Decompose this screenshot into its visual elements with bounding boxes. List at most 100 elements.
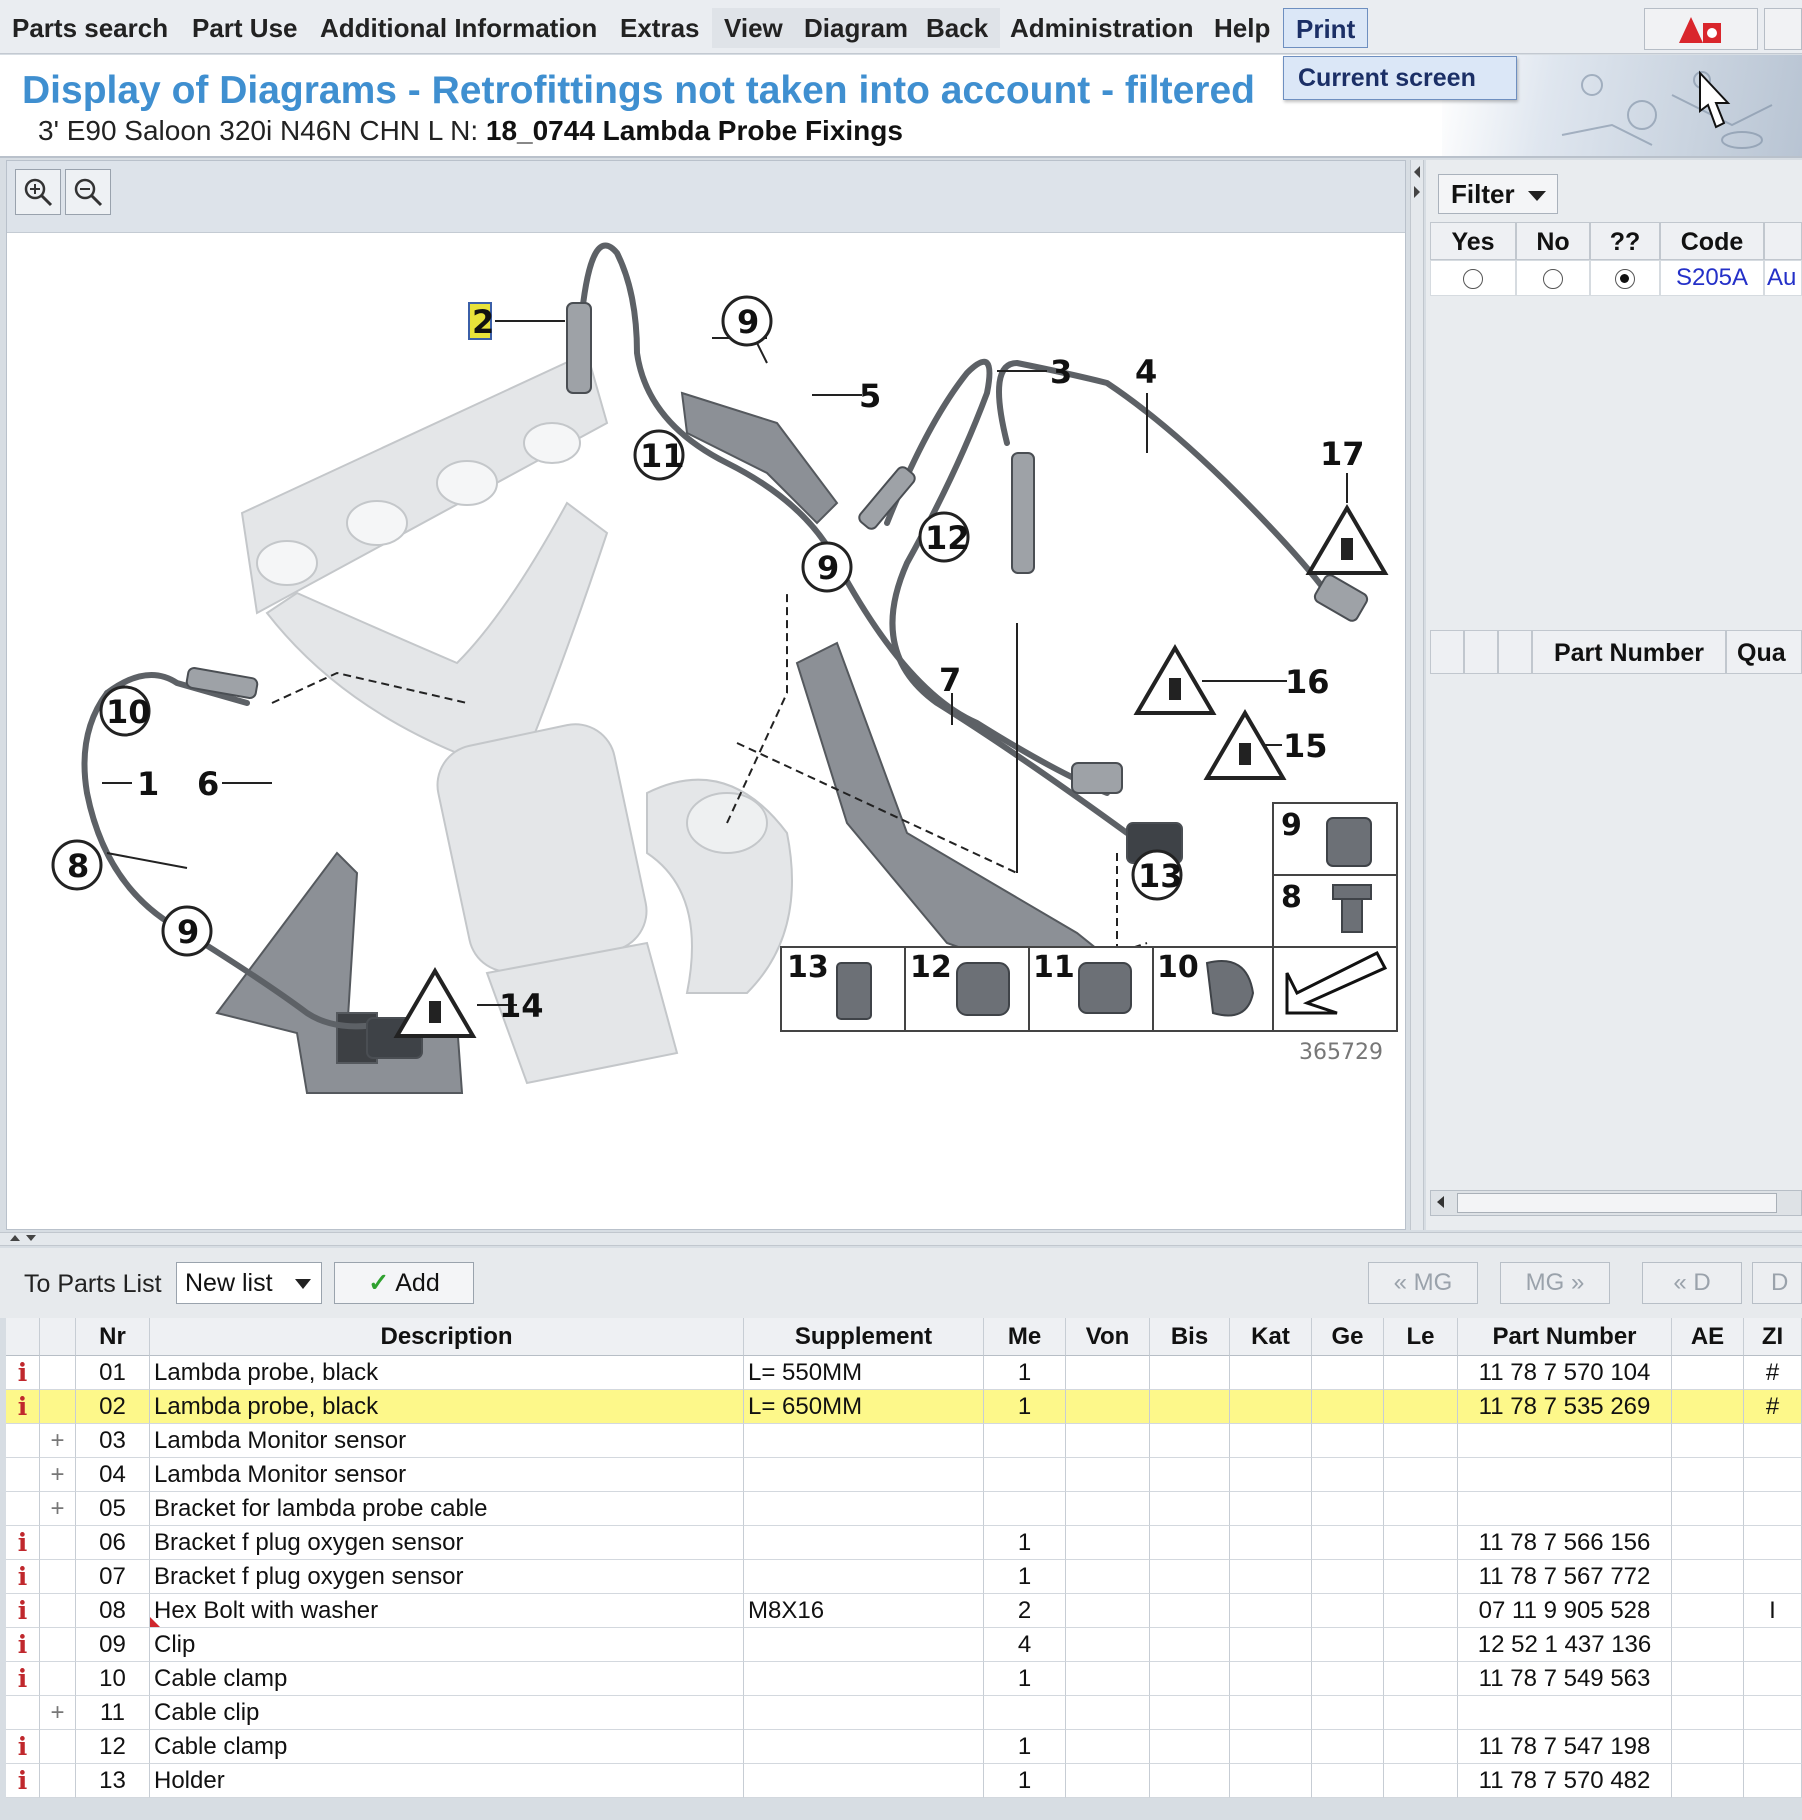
info-icon[interactable]: i xyxy=(10,1594,35,1627)
vertical-splitter[interactable] xyxy=(1410,160,1424,1230)
col-ae[interactable]: AE xyxy=(1672,1318,1744,1356)
table-row[interactable]: i 01 Lambda probe, black L= 550MM 1 11 78 7 5… xyxy=(6,1356,1802,1390)
callout-1[interactable]: 1 xyxy=(137,765,159,803)
toolbar-extra-button[interactable] xyxy=(1764,8,1802,50)
row-ge xyxy=(1312,1526,1384,1560)
col-kat[interactable]: Kat xyxy=(1230,1318,1312,1356)
filter-parts-scrollbar[interactable] xyxy=(1430,1190,1802,1216)
info-icon[interactable]: i xyxy=(10,1356,35,1389)
row-kat xyxy=(1230,1492,1312,1526)
zoom-out-button[interactable] xyxy=(65,169,111,215)
col-part-number[interactable]: Part Number xyxy=(1458,1318,1672,1356)
table-row[interactable]: i 09 Clip 4 12 52 1 437 136 xyxy=(6,1628,1802,1662)
callout-17[interactable]: 17 xyxy=(1320,435,1365,473)
zoom-in-button[interactable] xyxy=(15,169,61,215)
add-button[interactable]: ✓ Add xyxy=(334,1262,474,1304)
row-ae xyxy=(1672,1492,1744,1526)
table-row[interactable]: i 08 Hex Bolt with washer M8X16 2 07 11 9 905… xyxy=(6,1594,1802,1628)
parts-list-select[interactable]: New list xyxy=(176,1262,322,1304)
filter-button[interactable]: Filter xyxy=(1438,174,1558,214)
row-info-cell: i xyxy=(6,1628,40,1662)
table-row[interactable]: +04 Lambda Monitor sensor xyxy=(6,1458,1802,1492)
menu-back[interactable]: Back xyxy=(914,8,1001,48)
callout-9-bottom[interactable]: 9 xyxy=(177,913,199,951)
table-row[interactable]: i 13 Holder 1 11 78 7 570 482 xyxy=(6,1764,1802,1798)
filter-radio-no[interactable] xyxy=(1516,260,1590,296)
info-icon[interactable]: i xyxy=(10,1390,35,1423)
info-icon[interactable]: i xyxy=(10,1628,35,1661)
table-row[interactable]: i 12 Cable clamp 1 11 78 7 547 198 xyxy=(6,1730,1802,1764)
row-bis xyxy=(1150,1424,1230,1458)
table-row[interactable]: i 06 Bracket f plug oxygen sensor 1 11 78 7 … xyxy=(6,1526,1802,1560)
col-zi[interactable]: ZI xyxy=(1744,1318,1802,1356)
row-zi: # xyxy=(1744,1390,1802,1424)
filter-radio-unknown[interactable] xyxy=(1590,260,1660,296)
prev-diagram-button[interactable]: « D xyxy=(1642,1262,1742,1304)
callout-12[interactable]: 12 xyxy=(925,519,970,557)
info-icon[interactable]: i xyxy=(10,1730,35,1763)
table-row[interactable]: +05 Bracket for lambda probe cable xyxy=(6,1492,1802,1526)
callout-3[interactable]: 3 xyxy=(1050,353,1072,391)
callout-6[interactable]: 6 xyxy=(197,765,219,803)
horizontal-splitter[interactable] xyxy=(0,1232,1802,1246)
callout-11[interactable]: 11 xyxy=(640,437,685,475)
callout-5[interactable]: 5 xyxy=(859,377,881,415)
info-icon[interactable]: i xyxy=(10,1764,35,1797)
alert-button[interactable] xyxy=(1644,8,1758,50)
next-main-group-button[interactable]: MG » xyxy=(1500,1262,1610,1304)
callout-14[interactable]: 14 xyxy=(499,987,544,1025)
col-supplement[interactable]: Supplement xyxy=(744,1318,984,1356)
callout-8[interactable]: 8 xyxy=(67,847,89,885)
col-nr[interactable]: Nr xyxy=(76,1318,150,1356)
filter-parts-scroll-thumb[interactable] xyxy=(1457,1193,1777,1213)
chevron-down-icon xyxy=(1528,191,1546,201)
callout-9-middle[interactable]: 9 xyxy=(817,549,839,587)
filter-desc-link[interactable]: Au xyxy=(1764,260,1802,296)
menu-print[interactable]: Print xyxy=(1283,8,1369,48)
callout-16[interactable]: 16 xyxy=(1285,663,1330,701)
print-menu-current-screen[interactable]: Current screen xyxy=(1283,56,1517,100)
expand-icon[interactable]: + xyxy=(44,1424,71,1457)
info-icon[interactable]: i xyxy=(10,1662,35,1695)
table-row[interactable]: +03 Lambda Monitor sensor xyxy=(6,1424,1802,1458)
callout-9-top[interactable]: 9 xyxy=(737,303,759,341)
row-description: Lambda probe, black xyxy=(150,1356,744,1390)
row-kat xyxy=(1230,1560,1312,1594)
col-von[interactable]: Von xyxy=(1066,1318,1150,1356)
table-row[interactable]: i 10 Cable clamp 1 11 78 7 549 563 xyxy=(6,1662,1802,1696)
col-bis[interactable]: Bis xyxy=(1150,1318,1230,1356)
menu-parts-search[interactable]: Parts search xyxy=(0,8,180,48)
callout-13[interactable]: 13 xyxy=(1138,857,1183,895)
callout-10[interactable]: 10 xyxy=(106,693,151,731)
row-von xyxy=(1066,1424,1150,1458)
col-description[interactable]: Description xyxy=(150,1318,744,1356)
prev-main-group-button[interactable]: « MG xyxy=(1368,1262,1478,1304)
menu-view[interactable]: View xyxy=(712,8,795,48)
filter-code-link[interactable]: S205A xyxy=(1660,260,1764,296)
next-diagram-button[interactable]: D xyxy=(1752,1262,1802,1304)
info-icon[interactable]: i xyxy=(10,1526,35,1559)
inset-label-10: 10 xyxy=(1157,950,1199,985)
col-le[interactable]: Le xyxy=(1384,1318,1458,1356)
table-row[interactable]: i 07 Bracket f plug oxygen sensor 1 11 78 7 … xyxy=(6,1560,1802,1594)
menu-additional-information[interactable]: Additional Information xyxy=(308,8,609,48)
table-row[interactable]: i 02 Lambda probe, black L= 650MM 1 11 78 7 5… xyxy=(6,1390,1802,1424)
menu-diagram[interactable]: Diagram xyxy=(792,8,921,48)
expand-icon[interactable]: + xyxy=(44,1696,71,1729)
menu-extras[interactable]: Extras xyxy=(608,8,712,48)
filter-radio-yes[interactable] xyxy=(1430,260,1516,296)
menu-part-use[interactable]: Part Use xyxy=(180,8,310,48)
callout-4[interactable]: 4 xyxy=(1135,353,1157,391)
expand-icon[interactable]: + xyxy=(44,1492,71,1525)
col-me[interactable]: Me xyxy=(984,1318,1066,1356)
menu-help[interactable]: Help xyxy=(1202,8,1282,48)
callout-2[interactable]: 2 xyxy=(472,303,494,341)
callout-15[interactable]: 15 xyxy=(1283,727,1328,765)
info-icon[interactable]: i xyxy=(10,1560,35,1593)
callout-7[interactable]: 7 xyxy=(939,661,961,699)
col-ge[interactable]: Ge xyxy=(1312,1318,1384,1356)
menu-administration[interactable]: Administration xyxy=(998,8,1205,48)
expand-icon[interactable]: + xyxy=(44,1458,71,1491)
row-nr: 10 xyxy=(76,1662,150,1696)
table-row[interactable]: +11 Cable clip xyxy=(6,1696,1802,1730)
